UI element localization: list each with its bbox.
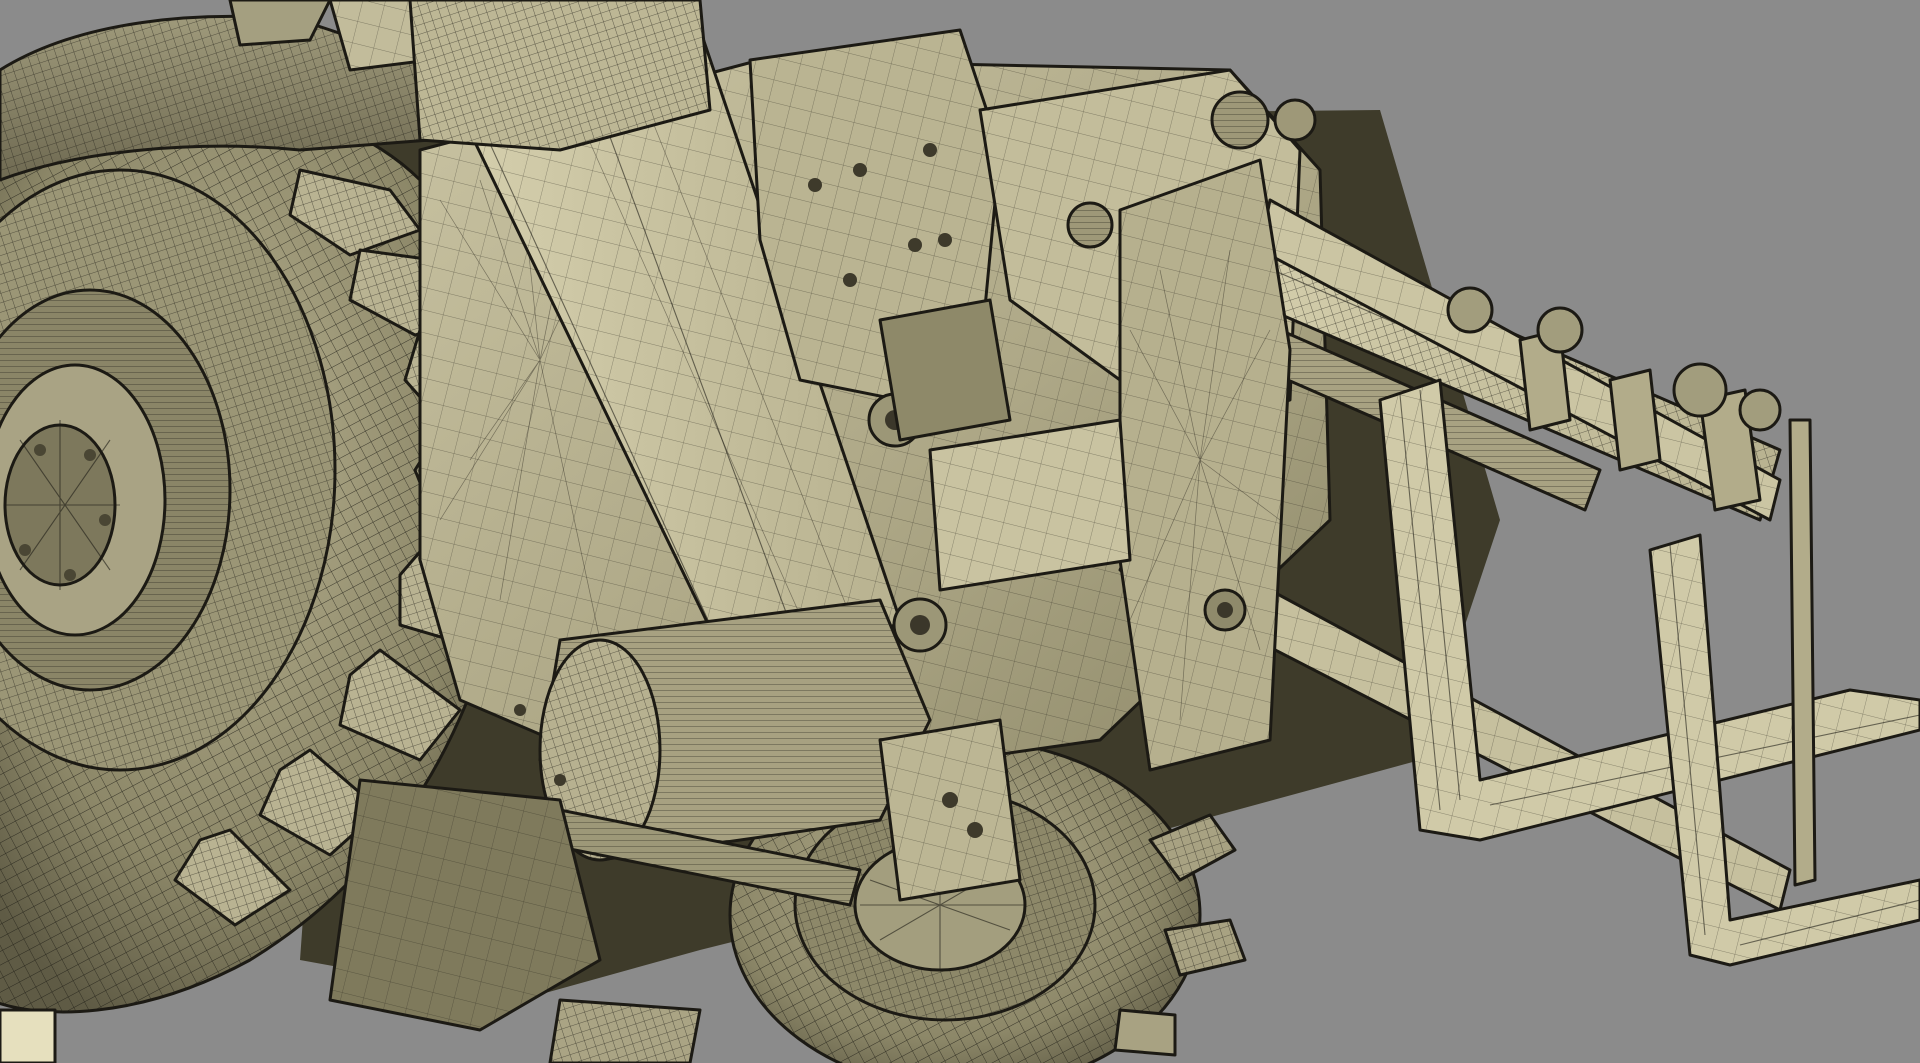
corner-block [0,1008,57,1063]
wireframe-scene [0,0,1920,1063]
render-viewport[interactable] [0,0,1920,1063]
